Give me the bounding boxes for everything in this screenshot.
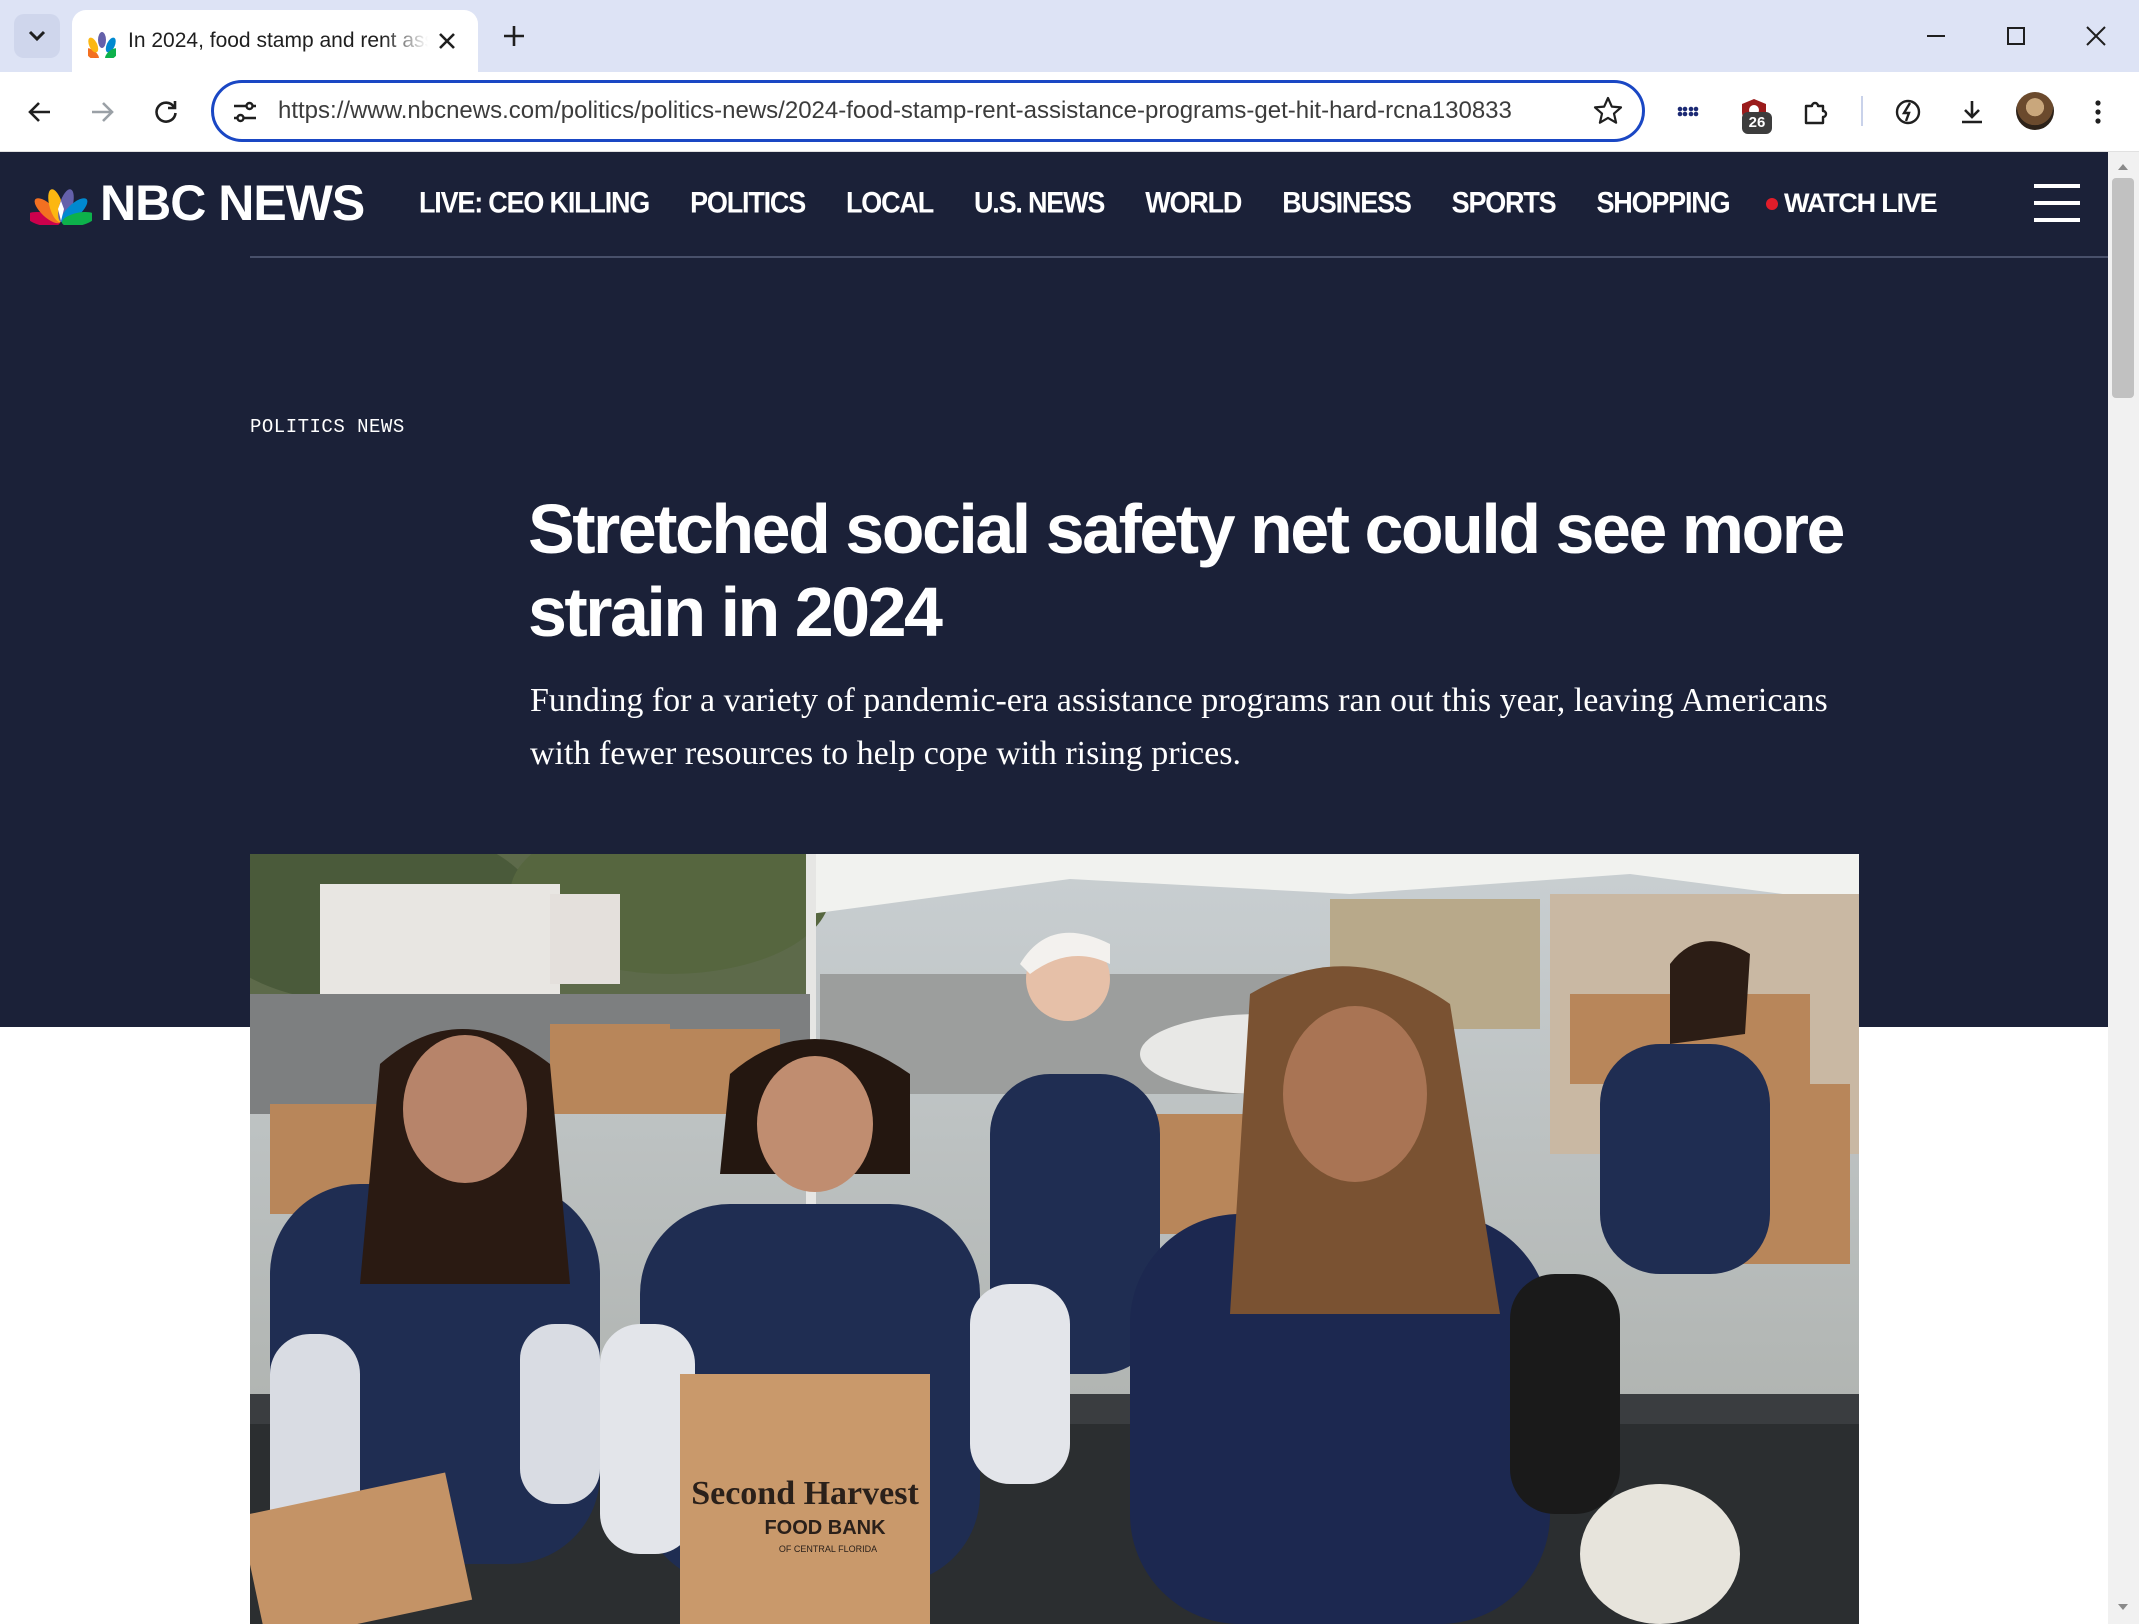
maximize-icon	[2007, 27, 2025, 45]
minimize-button[interactable]	[1906, 14, 1966, 58]
nbc-peacock-favicon-icon	[88, 32, 116, 58]
section-label[interactable]: POLITICS NEWS	[250, 416, 405, 438]
back-arrow-icon	[28, 102, 50, 122]
toolbar-divider	[1861, 96, 1863, 126]
tab-search-icon	[28, 30, 46, 42]
close-window-button[interactable]	[2066, 14, 2126, 58]
nav-item-business[interactable]: BUSINESS	[1282, 187, 1412, 220]
box-print: FOOD BANK	[764, 1517, 886, 1539]
nav-item-shopping[interactable]: SHOPPING	[1596, 187, 1730, 220]
hamburger-menu-icon[interactable]	[2034, 182, 2080, 224]
nav-item-us-news[interactable]: U.S. NEWS	[974, 187, 1105, 220]
forward-button[interactable]	[80, 90, 124, 134]
site-navigation: LIVE: CEO KILLING POLITICS LOCAL U.S. NE…	[419, 187, 1770, 220]
box-print: OF CENTRAL FLORIDA	[779, 1544, 877, 1554]
performance-icon	[1895, 99, 1921, 125]
nbc-news-logo[interactable]: NBC NEWS	[30, 175, 365, 231]
nav-divider	[250, 256, 2108, 258]
site-settings-icon[interactable]	[230, 97, 260, 127]
article-hero-photo[interactable]: Second Harvest FOOD BANK OF CENTRAL FLOR…	[250, 854, 1859, 1624]
reload-button[interactable]	[144, 90, 188, 134]
box-print: Second Harvest	[691, 1475, 919, 1512]
watch-live-link[interactable]: WATCH LIVE	[1766, 188, 1938, 219]
tab-strip: In 2024, food stamp and rent assistance …	[0, 0, 2139, 72]
browser-tab-active[interactable]: In 2024, food stamp and rent assistance …	[72, 10, 478, 72]
puzzle-icon	[1804, 101, 1828, 125]
extension-icon	[1677, 106, 1699, 117]
logo-wordmark: NBC NEWS	[100, 175, 365, 231]
chrome-menu-button[interactable]	[2076, 90, 2120, 134]
article-headline: Stretched social safety net could see mo…	[528, 490, 1845, 651]
url-text: https://www.nbcnews.com/politics/politic…	[278, 97, 1512, 124]
nbc-peacock-logo-icon	[30, 189, 92, 225]
reload-icon	[155, 101, 177, 123]
plus-icon[interactable]	[496, 18, 532, 54]
extension-eu-button[interactable]	[1666, 90, 1710, 134]
nav-item-sports[interactable]: SPORTS	[1452, 187, 1557, 220]
maximize-button[interactable]	[1986, 14, 2046, 58]
bookmark-star-icon[interactable]	[1592, 95, 1624, 127]
nav-item-local[interactable]: LOCAL	[846, 187, 934, 220]
scroll-up-arrow-icon[interactable]	[2114, 158, 2132, 176]
address-bar[interactable]: https://www.nbcnews.com/politics/politic…	[211, 80, 1645, 142]
kebab-menu-icon	[2095, 100, 2101, 124]
scroll-down-arrow-icon[interactable]	[2114, 1598, 2132, 1616]
forward-arrow-icon	[92, 102, 114, 122]
tab-search-button[interactable]	[14, 14, 60, 58]
live-dot-icon	[1766, 197, 1778, 210]
close-window-icon	[2086, 26, 2106, 46]
tab-title: In 2024, food stamp and rent assistance …	[128, 29, 428, 52]
nav-item-live-ceo-killing[interactable]: LIVE: CEO KILLING	[419, 187, 650, 220]
performance-button[interactable]	[1886, 90, 1930, 134]
extensions-button[interactable]	[1794, 90, 1838, 134]
hero-photo-illustration: Second Harvest FOOD BANK OF CENTRAL FLOR…	[250, 854, 1859, 1624]
extension-badge-count: 26	[1742, 112, 1772, 134]
close-icon[interactable]	[434, 28, 460, 54]
nav-item-world[interactable]: WORLD	[1145, 187, 1242, 220]
profile-avatar[interactable]	[2016, 92, 2054, 130]
article-dek: Funding for a variety of pandemic-era as…	[530, 682, 1828, 772]
watch-live-label: WATCH LIVE	[1784, 188, 1938, 218]
downloads-button[interactable]	[1950, 90, 1994, 134]
back-button[interactable]	[18, 90, 62, 134]
download-icon	[1962, 101, 1982, 124]
scrollbar-thumb[interactable]	[2112, 178, 2134, 398]
minimize-icon	[1927, 35, 1945, 37]
nav-item-politics[interactable]: POLITICS	[690, 187, 806, 220]
browser-toolbar: https://www.nbcnews.com/politics/politic…	[0, 72, 2139, 152]
